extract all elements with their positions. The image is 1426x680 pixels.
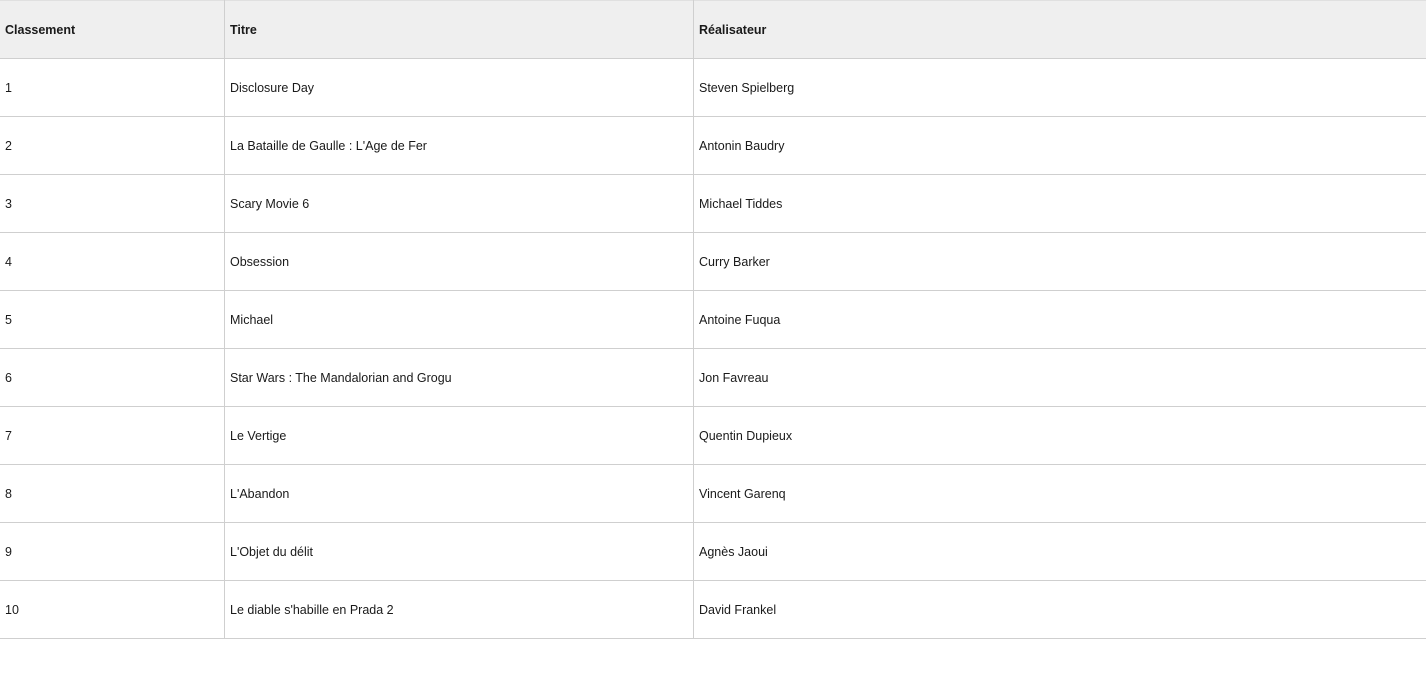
director-cell: Antoine Fuqua: [693, 290, 1426, 349]
table-row: 10 Le diable s'habille en Prada 2 David …: [0, 580, 1426, 639]
header-row: Classement Titre Réalisateur: [0, 0, 1426, 59]
title-cell: La Bataille de Gaulle : L'Age de Fer: [224, 116, 694, 175]
director-cell: Antonin Baudry: [693, 116, 1426, 175]
ranking-table: Classement Titre Réalisateur 1 Disclosur…: [0, 0, 1426, 639]
table-row: 6 Star Wars : The Mandalorian and Grogu …: [0, 348, 1426, 407]
title-cell: L'Objet du délit: [224, 522, 694, 581]
table-row: 7 Le Vertige Quentin Dupieux: [0, 406, 1426, 465]
director-cell: Jon Favreau: [693, 348, 1426, 407]
title-cell: Star Wars : The Mandalorian and Grogu: [224, 348, 694, 407]
title-cell: Scary Movie 6: [224, 174, 694, 233]
table-row: 1 Disclosure Day Steven Spielberg: [0, 58, 1426, 117]
table-row: 5 Michael Antoine Fuqua: [0, 290, 1426, 349]
rank-cell: 9: [0, 522, 225, 581]
title-cell: Le diable s'habille en Prada 2: [224, 580, 694, 639]
table-row: 3 Scary Movie 6 Michael Tiddes: [0, 174, 1426, 233]
title-cell: Disclosure Day: [224, 58, 694, 117]
rank-cell: 2: [0, 116, 225, 175]
director-cell: David Frankel: [693, 580, 1426, 639]
column-header-title: Titre: [224, 0, 694, 59]
rank-cell: 3: [0, 174, 225, 233]
title-cell: Michael: [224, 290, 694, 349]
table-row: 8 L'Abandon Vincent Garenq: [0, 464, 1426, 523]
rank-cell: 7: [0, 406, 225, 465]
table-header: Classement Titre Réalisateur: [0, 0, 1426, 59]
director-cell: Curry Barker: [693, 232, 1426, 291]
table-row: 4 Obsession Curry Barker: [0, 232, 1426, 291]
table-row: 2 La Bataille de Gaulle : L'Age de Fer A…: [0, 116, 1426, 175]
rank-cell: 4: [0, 232, 225, 291]
director-cell: Agnès Jaoui: [693, 522, 1426, 581]
rank-cell: 5: [0, 290, 225, 349]
director-cell: Michael Tiddes: [693, 174, 1426, 233]
rank-cell: 8: [0, 464, 225, 523]
title-cell: Obsession: [224, 232, 694, 291]
rank-cell: 10: [0, 580, 225, 639]
rank-cell: 6: [0, 348, 225, 407]
table-body: 1 Disclosure Day Steven Spielberg 2 La B…: [0, 58, 1426, 639]
director-cell: Quentin Dupieux: [693, 406, 1426, 465]
title-cell: L'Abandon: [224, 464, 694, 523]
column-header-director: Réalisateur: [693, 0, 1426, 59]
table-row: 9 L'Objet du délit Agnès Jaoui: [0, 522, 1426, 581]
rank-cell: 1: [0, 58, 225, 117]
director-cell: Steven Spielberg: [693, 58, 1426, 117]
column-header-rank: Classement: [0, 0, 225, 59]
title-cell: Le Vertige: [224, 406, 694, 465]
director-cell: Vincent Garenq: [693, 464, 1426, 523]
